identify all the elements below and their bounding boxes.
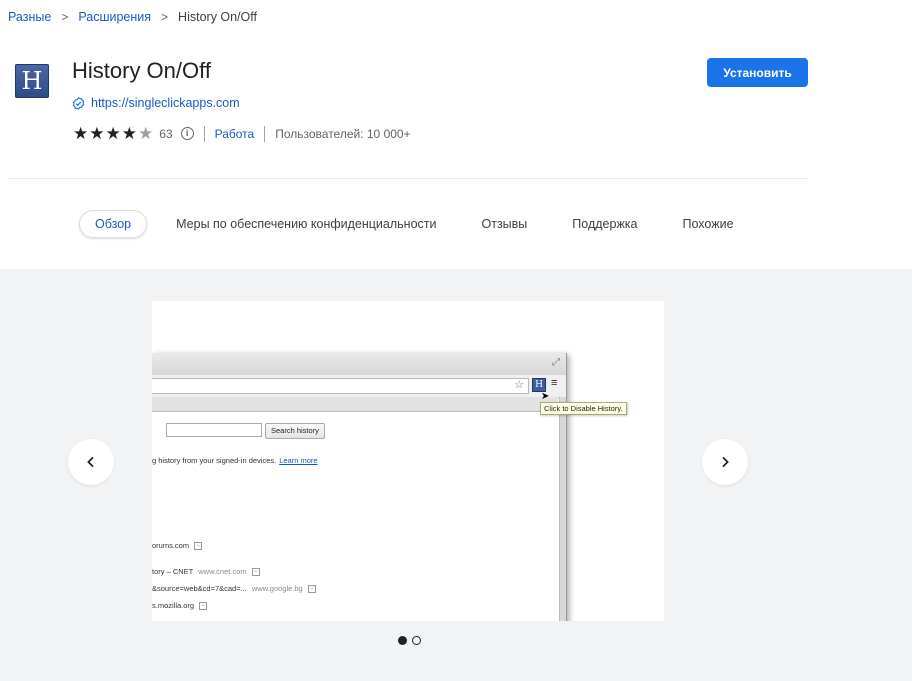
star-filled-icon: ★: [89, 124, 105, 143]
rating-count: 63: [159, 126, 173, 141]
divider: [203, 125, 205, 142]
search-history-button: Search history: [265, 423, 325, 439]
learn-more-link: Learn more: [279, 456, 318, 465]
breadcrumb-item-extensions[interactable]: Расширения: [78, 10, 151, 24]
browser-window-screenshot: ⤢ ☆ H ≡: [152, 353, 567, 621]
breadcrumb-item-misc[interactable]: Разные: [8, 10, 51, 24]
verified-badge-icon: [72, 96, 85, 110]
star-filled-icon: ★: [121, 124, 137, 143]
history-row-title: s.mozilla.org: [152, 601, 195, 610]
info-icon[interactable]: i: [180, 127, 194, 140]
carousel-dot-2[interactable]: [412, 636, 421, 645]
meta-row: ★ ★ ★ ★ ★ 63 i Работа Пользователей: 10 …: [73, 125, 411, 142]
history-row: tory – CNET www.cnet.com −: [152, 567, 260, 576]
history-extension-icon: H: [532, 378, 546, 392]
extension-logo-icon: H: [15, 64, 49, 98]
collapse-icon: −: [194, 541, 203, 550]
tab-overview[interactable]: Обзор: [79, 210, 148, 238]
carousel-slide[interactable]: ⤢ ☆ H ≡ ➤ Click to Disable History. Sear…: [152, 301, 664, 621]
collapse-icon: −: [307, 584, 316, 593]
users-count: Пользователей: 10 000+: [275, 126, 411, 141]
carousel-dot-1[interactable]: [398, 636, 407, 645]
chevron-right-icon: >: [161, 10, 169, 24]
carousel-prev-button[interactable]: [68, 439, 114, 485]
collapse-icon: −: [199, 601, 208, 610]
window-titlebar: ⤢: [152, 353, 566, 376]
screenshot-carousel: ⤢ ☆ H ≡ ➤ Click to Disable History. Sear…: [0, 269, 912, 681]
star-filled-icon: ★: [105, 124, 121, 143]
tab-related[interactable]: Похожие: [683, 217, 734, 231]
history-row-title: &source=web&cd=7&cad=...: [152, 584, 247, 593]
star-filled-icon: ★: [73, 124, 89, 143]
bookmark-star-icon: ☆: [514, 379, 524, 391]
history-search-input: [166, 423, 262, 437]
tab-reviews[interactable]: Отзывы: [482, 217, 528, 231]
star-empty-icon: ★: [138, 124, 154, 143]
sync-text: g history from your signed-in devices.: [152, 456, 277, 465]
install-button[interactable]: Установить: [707, 58, 808, 87]
website-link[interactable]: https://singleclickapps.com: [91, 96, 240, 110]
header-divider: [8, 178, 808, 179]
collapse-icon: −: [251, 567, 260, 576]
website-row: https://singleclickapps.com: [72, 96, 240, 110]
history-row-title: tory – CNET: [152, 567, 194, 576]
chevron-left-icon: [87, 456, 94, 468]
breadcrumb: Разные > Расширения > History On/Off: [8, 10, 257, 24]
history-row-domain: www.cnet.com: [198, 567, 247, 576]
chevron-right-icon: >: [61, 10, 69, 24]
category-link[interactable]: Работа: [215, 127, 255, 141]
carousel-pagination: [398, 636, 421, 645]
breadcrumb-current: History On/Off: [178, 10, 258, 24]
address-bar: ☆: [152, 378, 529, 394]
page-title: History On/Off: [72, 58, 211, 83]
chevron-right-icon: [722, 456, 729, 468]
history-row: &source=web&cd=7&cad=... www.google.bg −: [152, 584, 316, 593]
tab-bar: Обзор Меры по обеспечению конфиденциальн…: [79, 210, 734, 238]
menu-icon: ≡: [551, 377, 558, 389]
tooltip: Click to Disable History.: [540, 402, 627, 415]
tab-support[interactable]: Поддержка: [572, 217, 637, 231]
sync-notice: g history from your signed-in devices. Le…: [152, 456, 318, 465]
carousel-next-button[interactable]: [702, 439, 748, 485]
divider: [264, 125, 266, 142]
scrollbar: [559, 397, 566, 621]
expand-icon: ⤢: [552, 357, 560, 368]
tab-privacy[interactable]: Меры по обеспечению конфиденциальности: [176, 217, 436, 231]
history-row-domain: www.google.bg: [251, 584, 303, 593]
history-row-title: orums.com: [152, 541, 190, 550]
history-row: s.mozilla.org −: [152, 601, 208, 610]
history-row: orums.com −: [152, 541, 203, 550]
browser-toolbar: ☆ H ≡: [152, 375, 566, 398]
mouse-cursor-icon: ➤: [541, 391, 550, 402]
rating-stars: ★ ★ ★ ★ ★: [73, 125, 153, 142]
tab-strip: [152, 397, 558, 412]
